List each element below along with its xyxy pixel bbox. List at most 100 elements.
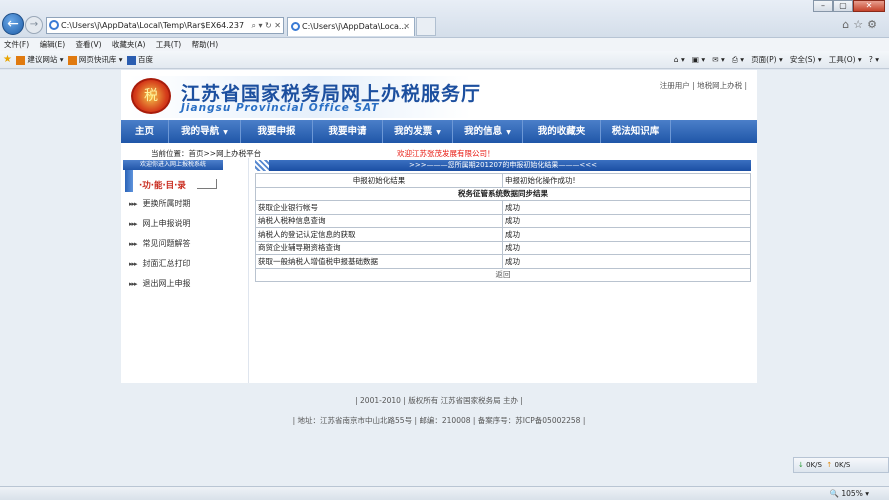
nav-my-navigation[interactable]: 我的导航 ▼: [169, 120, 241, 143]
new-tab-button[interactable]: [416, 17, 436, 36]
breadcrumb-label: 当前位置：: [151, 149, 189, 158]
menu-help[interactable]: 帮助(H): [188, 38, 223, 51]
table-back-row: 返回: [255, 267, 751, 282]
zoom-level: 105%: [841, 489, 863, 498]
table-row: 商贸企业辅导期资格查询 成功: [255, 240, 751, 255]
minimize-button[interactable]: –: [813, 0, 833, 12]
sidebar-item-label: 退出网上申报: [142, 279, 191, 288]
search-icon[interactable]: ⌕: [251, 21, 255, 30]
home-icon[interactable]: ⌂: [842, 18, 853, 31]
sidebar-item-change-period[interactable]: ▸▸▸ 更换所属时期: [129, 198, 191, 209]
fav-baidu[interactable]: 百度: [138, 55, 153, 64]
row-name: 获取企业银行帐号: [255, 200, 503, 215]
sidebar-item-instructions[interactable]: ▸▸▸ 网上申报说明: [129, 218, 191, 229]
function-menu-title: ·功·能·目·录: [139, 181, 186, 191]
nav-my-info[interactable]: 我的信息 ▼: [453, 120, 523, 143]
favorites-star-icon[interactable]: ☆: [853, 18, 867, 31]
status-bar: 🔍 105% ▾: [0, 486, 889, 500]
refresh-icon[interactable]: ↻: [265, 21, 272, 30]
menu-favorites[interactable]: 收藏夹(A): [108, 38, 149, 51]
function-menu-line: [197, 179, 217, 189]
nav-label: 我要申报: [257, 126, 296, 137]
address-bar[interactable]: C:\Users\j\AppData\Local\Temp\Rar$EX64.2…: [46, 17, 284, 34]
forward-button[interactable]: →: [25, 16, 43, 34]
init-value: 申报初始化操作成功!: [502, 173, 751, 188]
menu-view[interactable]: 查看(V): [72, 38, 106, 51]
tax-emblem-icon: 税: [131, 78, 171, 114]
nav-home[interactable]: 主页: [121, 120, 169, 143]
menu-file[interactable]: 文件(F): [0, 38, 33, 51]
nav-tax-knowledge[interactable]: 税法知识库: [601, 120, 671, 143]
main-nav: 主页 我的导航 ▼ 我要申报 我要申请 我的发票 ▼ 我的信息 ▼ 我的收藏夹 税法知…: [121, 120, 757, 143]
cmd-page[interactable]: 页面(P) ▾: [751, 55, 783, 64]
section-title: 税务征管系统数据同步结果: [255, 186, 751, 201]
fav-web-slice[interactable]: 网页快讯库 ▾: [79, 55, 123, 64]
print-icon[interactable]: ⎙ ▾: [732, 55, 744, 64]
browser-titlebar: ← → C:\Users\j\AppData\Local\Temp\Rar$EX…: [0, 0, 889, 38]
sidebar-item-print-cover[interactable]: ▸▸▸ 封面汇总打印: [129, 258, 191, 269]
footer: | 2001-2010 | 版权所有 江苏省国家税务局 主办 | | 地址：江苏…: [121, 383, 757, 486]
breadcrumb-path: >>网上办税平台: [203, 149, 262, 158]
nav-label: 我的导航: [181, 126, 220, 137]
nav-apply[interactable]: 我要申请: [313, 120, 383, 143]
arrow-right-icon: ▸▸▸: [129, 200, 137, 208]
zoom-control[interactable]: 🔍 105% ▾: [830, 487, 869, 500]
upload-speed: 0K/S: [834, 461, 851, 469]
close-window-button[interactable]: ✕: [853, 0, 885, 12]
menu-edit[interactable]: 编辑(E): [36, 38, 70, 51]
nav-label: 主页: [134, 126, 154, 137]
arrow-right-icon: ▸▸▸: [129, 280, 137, 288]
address-text: C:\Users\j\AppData\Local\Temp\Rar$EX64.2…: [61, 21, 245, 30]
browser-tab[interactable]: C:\Users\j\AppData\Loca... ✕: [287, 17, 415, 36]
row-name: 纳税人税种信息查询: [255, 213, 503, 228]
ie-page-icon: [49, 20, 59, 30]
page-container: 税 江苏省国家税务局网上办税服务厅 Jiangsu Provincial Off…: [121, 70, 757, 383]
fav-suggested-sites[interactable]: 建议网站 ▾: [27, 55, 63, 64]
stop-icon[interactable]: ✕: [274, 21, 281, 30]
mail-icon[interactable]: ✉ ▾: [712, 55, 724, 64]
table-row: 纳税人税种信息查询 成功: [255, 213, 751, 228]
ie-tab-icon: [291, 22, 300, 31]
sidebar-item-exit[interactable]: ▸▸▸ 退出网上申报: [129, 278, 191, 289]
row-status: 成功: [502, 240, 751, 255]
menu-tools[interactable]: 工具(T): [152, 38, 185, 51]
download-speed: 0K/S: [806, 461, 822, 469]
table-row: 获取一般纳税人增值税申报基础数据 成功: [255, 254, 751, 269]
speed-indicator[interactable]: ↓ 0K/S ↑ 0K/S: [793, 457, 889, 473]
table-row: 获取企业银行帐号 成功: [255, 200, 751, 215]
cmd-tools[interactable]: 工具(O) ▾: [829, 55, 862, 64]
sidebar-item-faq[interactable]: ▸▸▸ 常见问题解答: [129, 238, 191, 249]
nav-invoices[interactable]: 我的发票 ▼: [383, 120, 453, 143]
chevron-down-icon: ▼: [506, 129, 511, 136]
feed-icon[interactable]: ▣ ▾: [692, 55, 705, 64]
row-status: 成功: [502, 227, 751, 242]
breadcrumb-home[interactable]: 首页: [189, 149, 204, 158]
close-tab-icon[interactable]: ✕: [403, 18, 410, 35]
back-button[interactable]: ←: [2, 13, 24, 35]
row-status: 成功: [502, 200, 751, 215]
cmd-safety[interactable]: 安全(S) ▾: [790, 55, 822, 64]
home-icon[interactable]: ⌂ ▾: [674, 55, 685, 64]
arrow-right-icon: ▸▸▸: [129, 240, 137, 248]
favorites-star-icon[interactable]: ★: [3, 54, 12, 65]
baidu-icon: [126, 55, 136, 65]
table-row: 申报初始化结果 申报初始化操作成功!: [255, 173, 751, 188]
upload-arrow-icon: ↑: [826, 461, 833, 469]
result-panel: >>>———您所属期201207的申报初始化结果———<<< 申报初始化结果 申…: [248, 158, 757, 383]
back-link[interactable]: 返回: [255, 267, 751, 282]
row-name: 获取一般纳税人增值税申报基础数据: [255, 254, 503, 269]
top-links[interactable]: 注册用户 | 地税网上办税 |: [660, 80, 747, 91]
nav-favorites[interactable]: 我的收藏夹: [523, 120, 601, 143]
help-icon[interactable]: ? ▾: [869, 55, 879, 64]
maximize-button[interactable]: ▢: [833, 0, 853, 12]
suggested-sites-icon: [16, 55, 26, 65]
tab-title: C:\Users\j\AppData\Loca...: [302, 22, 407, 31]
chevron-down-icon: ▼: [223, 129, 228, 136]
sidebar-header: 欢迎你进入网上报税系统: [123, 160, 223, 170]
sidebar-item-label: 网上申报说明: [142, 219, 191, 228]
table-row: 纳税人的登记认定信息的获取 成功: [255, 227, 751, 242]
gear-icon[interactable]: ⚙: [867, 18, 881, 31]
address-actions[interactable]: ⌕ ▾ ↻ ✕: [251, 18, 281, 33]
nav-declare[interactable]: 我要申报: [241, 120, 313, 143]
